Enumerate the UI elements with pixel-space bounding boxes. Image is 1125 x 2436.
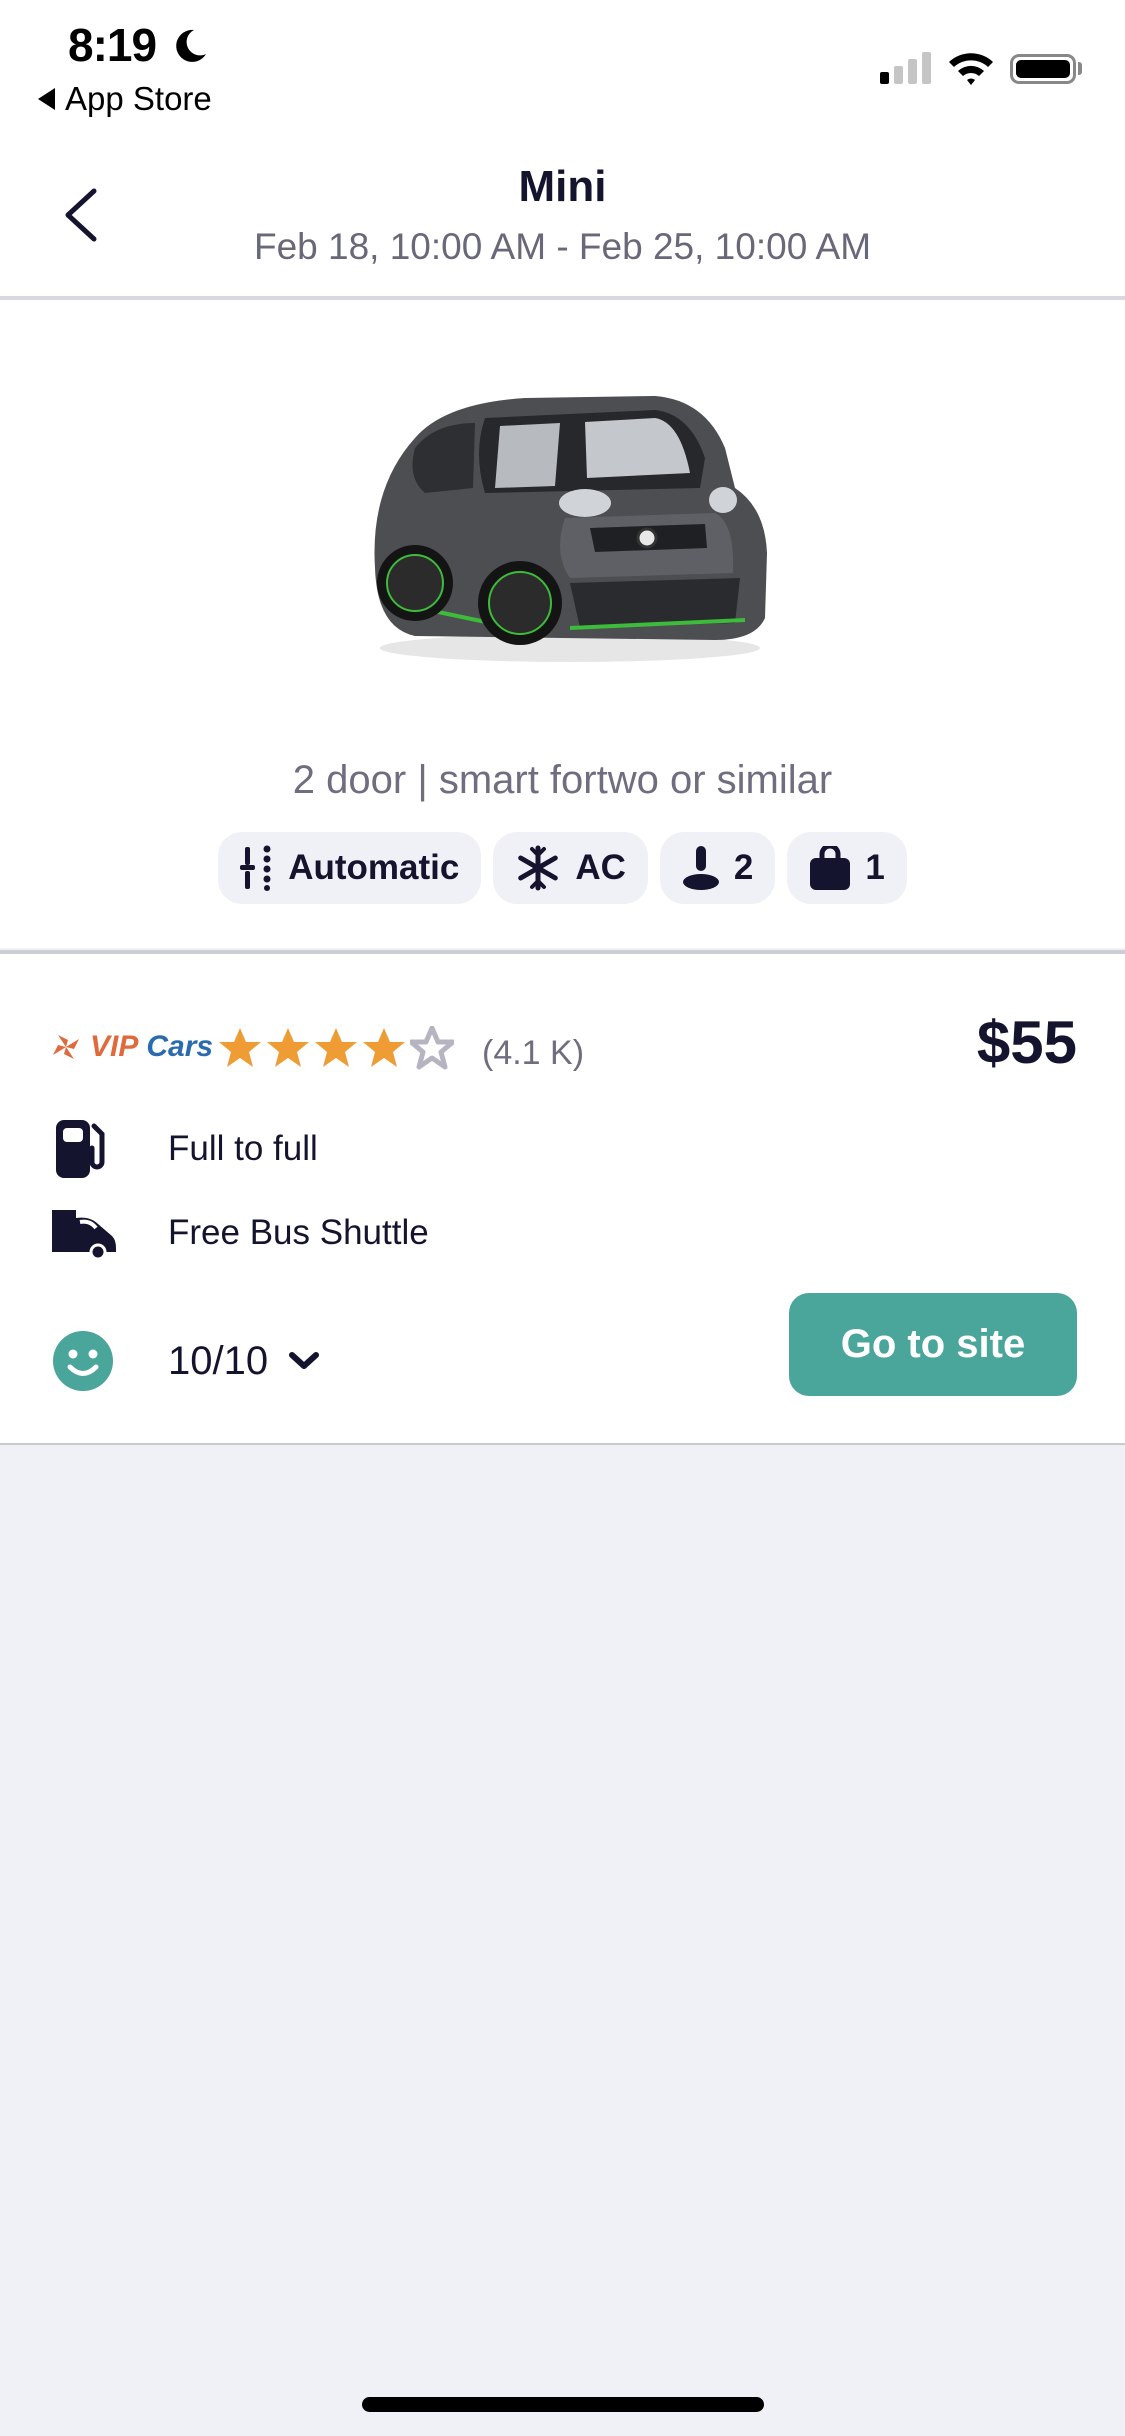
rating-stars — [218, 1026, 454, 1070]
star-filled-icon — [267, 1028, 309, 1067]
feature-chip-transmission: Automatic — [218, 832, 482, 904]
feature-label: Automatic — [288, 848, 460, 887]
fuel-policy: Full to full — [50, 1114, 318, 1184]
feature-chip-passengers: 2 — [659, 832, 776, 904]
shuttle-label: Free Bus Shuttle — [168, 1213, 429, 1252]
fuel-policy-label: Full to full — [168, 1129, 318, 1168]
transmission-icon — [240, 845, 271, 891]
provider-name-part1: VIP — [90, 1030, 139, 1063]
star-filled-icon — [363, 1028, 405, 1067]
feature-label: 1 — [865, 848, 885, 887]
shuttle-icon — [52, 1210, 116, 1258]
home-indicator[interactable] — [362, 2397, 764, 2412]
score-value: 10/10 — [168, 1338, 269, 1383]
battery-icon — [1010, 54, 1076, 84]
fuel-pump-icon — [56, 1120, 105, 1178]
offer-divider — [0, 1443, 1125, 1445]
star-empty-icon — [410, 1026, 454, 1070]
back-triangle-icon — [38, 88, 55, 110]
feature-chip-bags: 1 — [787, 832, 907, 904]
star-filled-icon — [315, 1028, 357, 1067]
status-time: 8:19 — [68, 19, 157, 71]
back-to-app-store[interactable]: App Store — [38, 80, 212, 118]
page-title: Mini — [518, 162, 607, 211]
car-description: 2 door | smart fortwo or similar — [292, 758, 833, 802]
feature-label: 2 — [733, 848, 754, 887]
date-range: Feb 18, 10:00 AM - Feb 25, 10:00 AM — [253, 226, 872, 267]
provider-name-part2: Cars — [146, 1030, 214, 1063]
battery-tip — [1078, 62, 1082, 75]
passenger-icon — [682, 846, 719, 890]
snowflake-icon — [518, 845, 559, 891]
car-image — [374, 396, 767, 662]
star-filled-icon — [219, 1028, 261, 1067]
vip-cars-logo-icon — [53, 1035, 79, 1059]
wifi-icon — [949, 53, 993, 85]
moon-icon — [176, 29, 206, 62]
feature-label: AC — [575, 848, 626, 887]
car-features: Automatic AC 2 1 — [0, 832, 1125, 904]
smiley-icon — [53, 1331, 113, 1391]
shuttle-info: Free Bus Shuttle — [50, 1198, 429, 1268]
review-count: (4.1 K) — [482, 1034, 585, 1072]
price: $55 — [976, 1009, 1077, 1076]
back-app-label: App Store — [65, 80, 212, 117]
go-to-site-button[interactable]: Go to site — [789, 1293, 1077, 1396]
bag-icon — [810, 846, 851, 890]
chevron-down-icon[interactable] — [288, 1350, 320, 1372]
feature-chip-ac: AC — [493, 832, 648, 904]
provider-logo: VIP Cars — [50, 1030, 213, 1064]
cellular-signal-icon — [880, 52, 931, 84]
score-row[interactable]: 10/10 — [52, 1330, 320, 1392]
